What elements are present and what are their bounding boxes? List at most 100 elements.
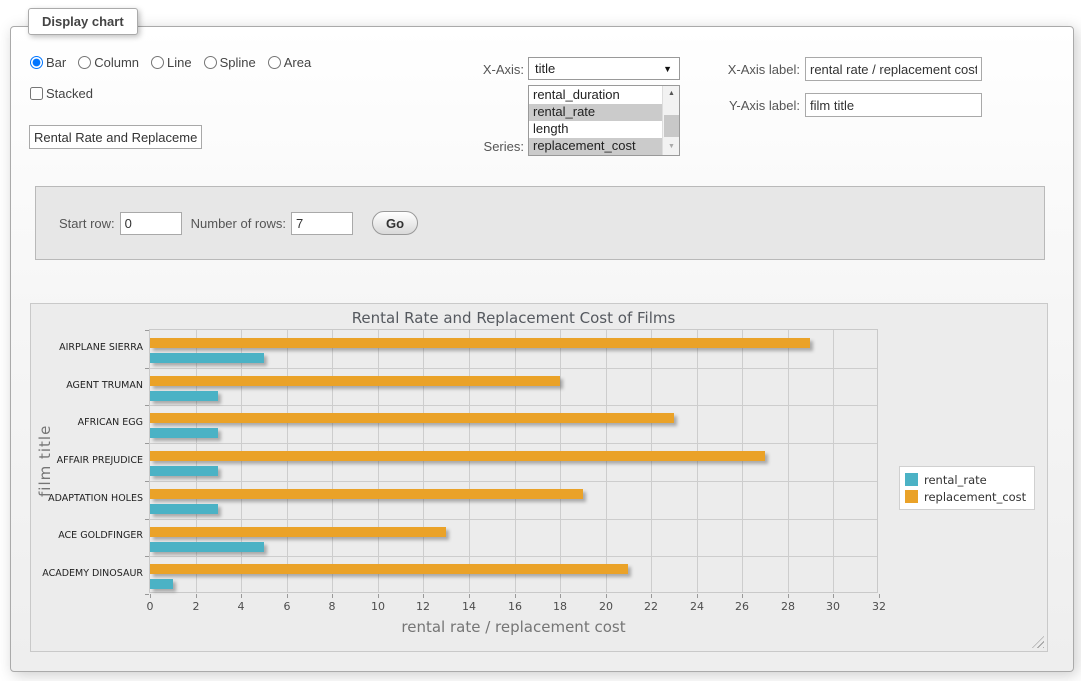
x-tick-mark: [150, 594, 151, 598]
x-tick-label: 6: [272, 600, 302, 613]
chart-legend: rental_rate replacement_cost: [899, 466, 1035, 510]
series-option-rental_duration[interactable]: rental_duration: [529, 87, 662, 104]
gridline: [150, 368, 877, 369]
series-options: rental_durationrental_ratelengthreplacem…: [529, 87, 662, 155]
gridline: [241, 330, 242, 592]
rental_rate-bar: [150, 504, 218, 514]
gridline: [378, 330, 379, 592]
x-tick-mark: [332, 594, 333, 598]
rental_rate-bar: [150, 391, 218, 401]
chart-area: Rental Rate and Replacement Cost of Film…: [30, 303, 1048, 652]
gridline: [469, 330, 470, 592]
legend-item-rental_rate: rental_rate: [905, 471, 1026, 488]
series-multiselect[interactable]: rental_durationrental_ratelengthreplacem…: [528, 85, 680, 156]
legend-label: replacement_cost: [924, 490, 1026, 504]
stacked-label[interactable]: Stacked: [46, 86, 93, 101]
x-tick-label: 24: [682, 600, 712, 613]
chart-type-radio-area[interactable]: [268, 56, 281, 69]
x-tick-mark: [651, 594, 652, 598]
replacement_cost-swatch-icon: [905, 490, 918, 503]
x-tick-label: 2: [181, 600, 211, 613]
replacement_cost-bar: [150, 527, 446, 537]
x-tick-label: 30: [818, 600, 848, 613]
x-axis-label-field-label: X-Axis label:: [700, 62, 800, 77]
row-range-box: Start row: Number of rows: Go: [35, 186, 1045, 260]
scrollbar-thumb[interactable]: [664, 115, 679, 137]
y-axis-label-field-label: Y-Axis label:: [700, 98, 800, 113]
gridline: [150, 443, 877, 444]
chart-type-bar[interactable]: Bar: [30, 55, 66, 70]
stacked-checkbox[interactable]: [30, 87, 43, 100]
replacement_cost-bar: [150, 376, 560, 386]
gridline: [788, 330, 789, 592]
x-tick-mark: [697, 594, 698, 598]
chart-type-spline[interactable]: Spline: [204, 55, 256, 70]
category-label: AFFAIR PREJUDICE: [31, 455, 143, 466]
x-tick-label: 4: [226, 600, 256, 613]
chart-type-radio-line[interactable]: [151, 56, 164, 69]
chart-type-radio-column[interactable]: [78, 56, 91, 69]
gridline: [742, 330, 743, 592]
y-tick-mark: [145, 556, 149, 557]
x-tick-label: 22: [636, 600, 666, 613]
x-axis-label-input[interactable]: [805, 57, 982, 81]
gridline: [150, 405, 877, 406]
chart-title: Rental Rate and Replacement Cost of Film…: [149, 309, 878, 327]
x-tick-label: 26: [727, 600, 757, 613]
gridline: [150, 519, 877, 520]
x-tick-label: 12: [408, 600, 438, 613]
gridline: [833, 330, 834, 592]
rental_rate-bar: [150, 579, 173, 589]
go-button[interactable]: Go: [372, 211, 418, 235]
rental_rate-bar: [150, 466, 218, 476]
series-label: Series:: [424, 139, 524, 154]
y-axis-label-input[interactable]: [805, 93, 982, 117]
x-tick-label: 32: [864, 600, 894, 613]
gridline: [560, 330, 561, 592]
series-scrollbar[interactable]: ▲ ▼: [662, 86, 679, 155]
rental_rate-swatch-icon: [905, 473, 918, 486]
chart-type-radio-spline[interactable]: [204, 56, 217, 69]
chart-x-axis-label: rental rate / replacement cost: [149, 618, 878, 636]
x-tick-mark: [469, 594, 470, 598]
scroll-up-icon[interactable]: ▲: [663, 86, 680, 102]
category-label: AFRICAN EGG: [31, 417, 143, 428]
replacement_cost-bar: [150, 338, 810, 348]
plot-grid: 02468101214161820222426283032: [149, 329, 878, 593]
resize-handle-icon[interactable]: [1032, 636, 1044, 648]
x-tick-label: 10: [363, 600, 393, 613]
legend-label: rental_rate: [924, 473, 987, 487]
y-tick-mark: [145, 594, 149, 595]
rental_rate-bar: [150, 353, 264, 363]
num-rows-input[interactable]: [291, 212, 353, 235]
chart-type-line[interactable]: Line: [151, 55, 192, 70]
gridline: [287, 330, 288, 592]
series-option-rental_rate[interactable]: rental_rate: [529, 104, 662, 121]
x-tick-mark: [196, 594, 197, 598]
category-label: ADAPTATION HOLES: [31, 493, 143, 504]
x-axis-label: X-Axis:: [424, 62, 524, 77]
chart-type-radio-bar[interactable]: [30, 56, 43, 69]
x-tick-label: 8: [317, 600, 347, 613]
page: Display chart BarColumnLineSplineArea St…: [0, 0, 1081, 681]
chart-title-input[interactable]: [29, 125, 202, 149]
y-tick-mark: [145, 330, 149, 331]
start-row-input[interactable]: [120, 212, 182, 235]
y-tick-mark: [145, 481, 149, 482]
category-label: ACE GOLDFINGER: [31, 530, 143, 541]
chart-type-area[interactable]: Area: [268, 55, 311, 70]
x-tick-mark: [515, 594, 516, 598]
scroll-down-icon[interactable]: ▼: [663, 139, 680, 155]
dropdown-arrow-icon: ▼: [663, 64, 672, 74]
x-axis-select[interactable]: title ▼: [528, 57, 680, 80]
gridline: [651, 330, 652, 592]
series-option-length[interactable]: length: [529, 121, 662, 138]
chart-type-column[interactable]: Column: [78, 55, 139, 70]
category-label: ACADEMY DINOSAUR: [31, 568, 143, 579]
legend-item-replacement_cost: replacement_cost: [905, 488, 1026, 505]
x-tick-mark: [423, 594, 424, 598]
x-tick-label: 28: [773, 600, 803, 613]
x-tick-mark: [241, 594, 242, 598]
series-option-replacement_cost[interactable]: replacement_cost: [529, 138, 662, 155]
x-tick-label: 14: [454, 600, 484, 613]
